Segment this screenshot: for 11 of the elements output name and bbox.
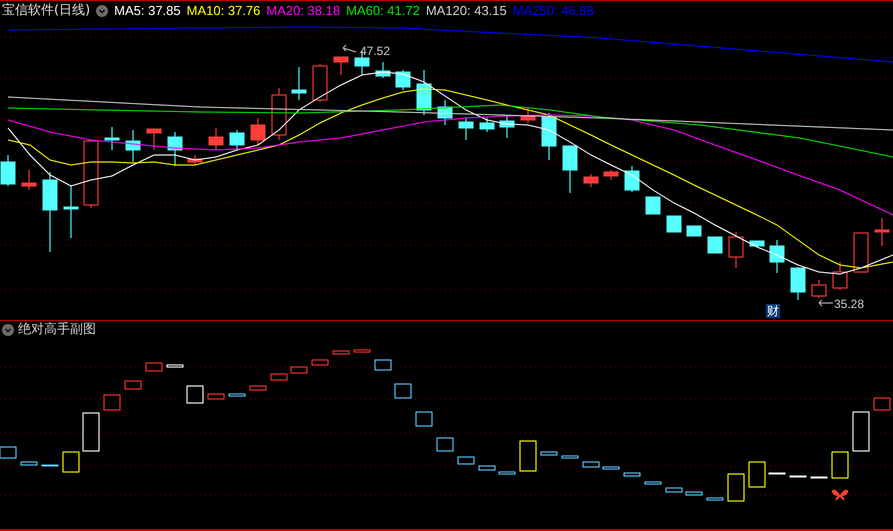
chart-title: 宝信软件(日线): [2, 2, 90, 20]
low-price-label: 35.28: [834, 297, 864, 311]
ma-legend: MA250: 46.88: [512, 1, 594, 20]
sub-panel-title: 绝对高手副图: [18, 320, 96, 339]
ma-legend: MA120: 43.15: [426, 1, 507, 20]
ma-legend: MA60: 41.72: [346, 1, 420, 20]
high-price-label: 47.52: [360, 44, 390, 58]
ma-legend: MA20: 38.18: [266, 1, 340, 20]
ma-legend: MA5: 37.85: [114, 1, 181, 20]
ma-legend: MA10: 37.76: [186, 1, 260, 20]
finance-badge[interactable]: 财: [766, 304, 780, 318]
